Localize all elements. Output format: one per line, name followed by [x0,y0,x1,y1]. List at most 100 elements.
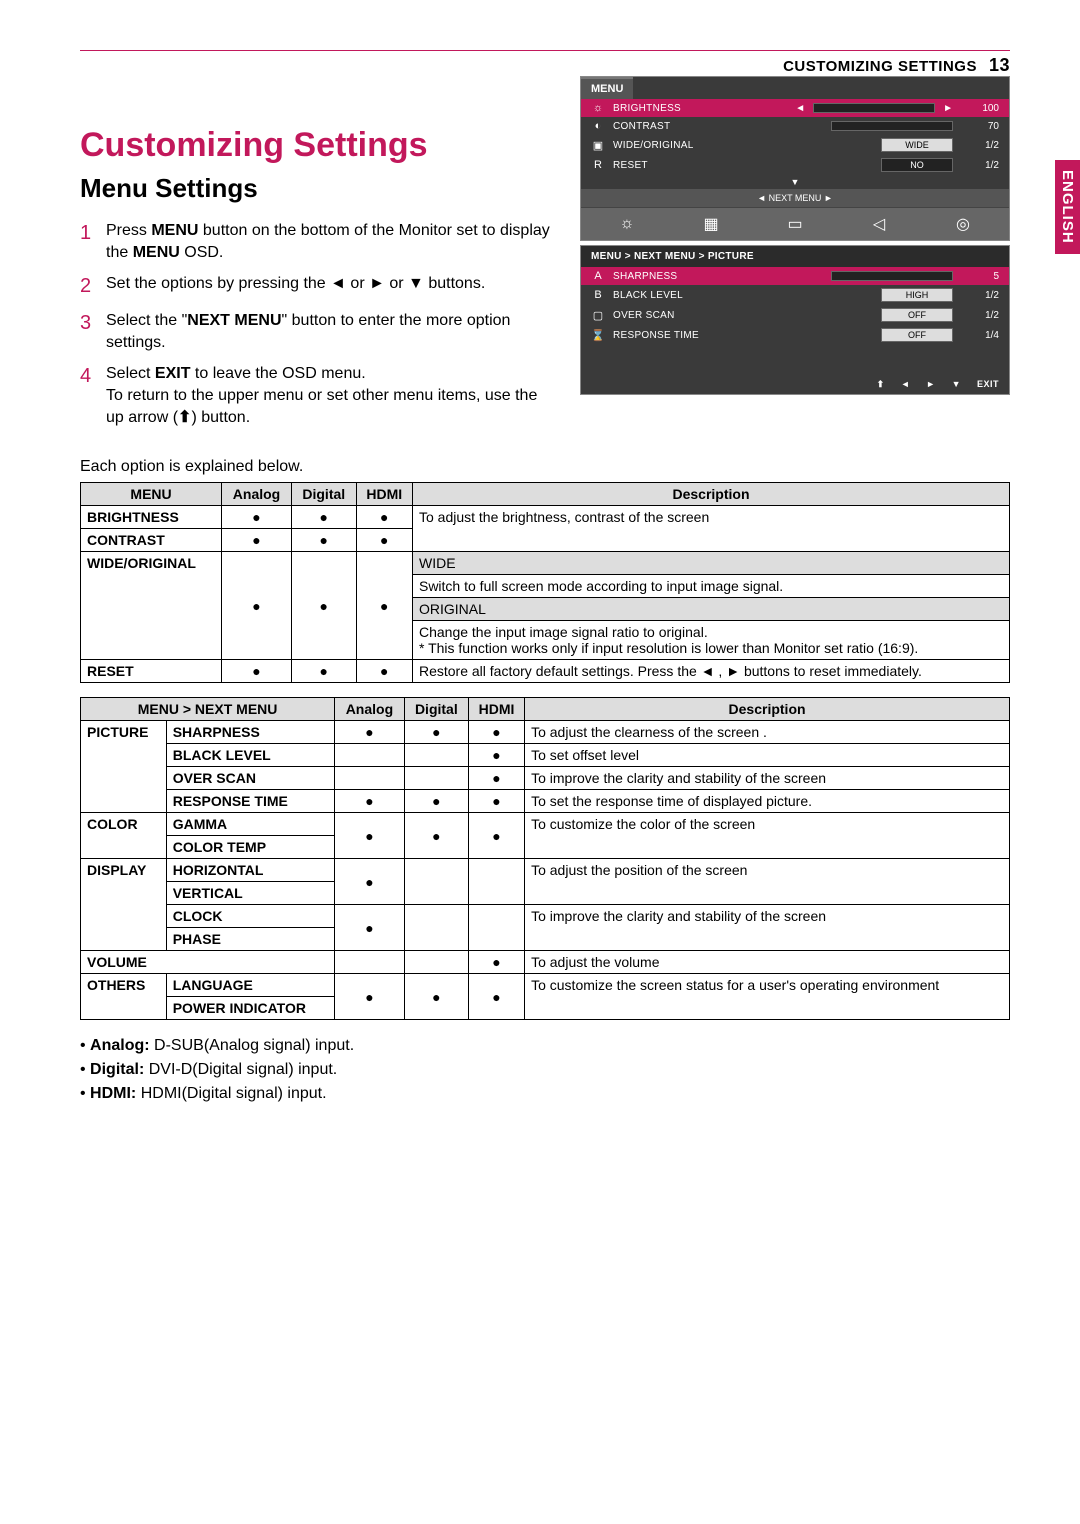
menu-table: MENU Analog Digital HDMI Description BRI… [80,482,1010,683]
step-text: Set the options by pressing the ◄ or ► o… [106,273,556,300]
td: To customize the color of the screen [525,813,1010,859]
td: COLOR TEMP [166,836,334,859]
td: ● [292,552,357,660]
osd-row: ASHARPNESS5 [581,267,1009,285]
td [404,951,468,974]
legend-row: HDMI: HDMI(Digital signal) input. [80,1082,1010,1106]
td: BLACK LEVEL [166,744,334,767]
ratio-icon: ▣ [591,139,605,152]
contrast-icon: ◐ [591,120,605,132]
osd-row: ◐CONTRAST70 [581,117,1009,135]
td: ● [335,859,405,905]
td: ● [335,790,405,813]
td: ORIGINAL [412,598,1009,621]
td: Change the input image signal ratio to o… [412,621,1009,660]
td: To set offset level [525,744,1010,767]
blacklevel-icon: B [591,289,605,301]
td: VOLUME [81,951,335,974]
td: PHASE [166,928,334,951]
header-title: CUSTOMIZING SETTINGS [783,58,977,75]
step-text: Press MENU button on the bottom of the M… [106,220,556,263]
osd-tab: MENU [581,77,633,99]
step-text: Select the "NEXT MENU" button to enter t… [106,310,556,353]
td: ● [222,506,292,529]
td: To adjust the volume [525,951,1010,974]
td: CLOCK [166,905,334,928]
td: ● [468,744,524,767]
td: DISPLAY [81,859,167,951]
td: GAMMA [166,813,334,836]
step-num: 2 [80,273,106,300]
osd-row: RRESETNO1/2 [581,155,1009,175]
td [468,905,524,951]
td: ● [404,813,468,859]
td: OTHERS [81,974,167,1020]
td [468,859,524,905]
td: ● [404,721,468,744]
arrow-left-icon: ◄ [795,103,805,114]
td: To customize the screen status for a use… [525,974,1010,1020]
steps-list: 1 Press MENU button on the bottom of the… [80,220,556,428]
page-number: 13 [989,55,1010,76]
screen-icon: ▭ [780,214,810,234]
td [335,744,405,767]
osd-picture-screenshot: MENU > NEXT MENU > PICTURE ASHARPNESS5 B… [580,245,1010,395]
left-icon: ◄ [901,379,910,390]
td: POWER INDICATOR [166,997,334,1020]
td: To set the response time of displayed pi… [525,790,1010,813]
td: ● [335,813,405,859]
td: ● [335,905,405,951]
td [404,905,468,951]
td: Switch to full screen mode according to … [412,575,1009,598]
td: ● [222,552,292,660]
td: ● [468,951,524,974]
step-num: 3 [80,310,106,353]
td: ● [292,506,357,529]
brightness-icon: ☼ [591,102,605,114]
td [404,744,468,767]
step-num: 4 [80,363,106,428]
td: ● [356,552,412,660]
osd-slider [831,121,953,131]
td: WIDE/ORIGINAL [81,552,222,660]
th: Analog [222,483,292,506]
th: Digital [404,698,468,721]
th: HDMI [468,698,524,721]
step-num: 1 [80,220,106,263]
osd-footer: ⬆ ◄ ► ▼ EXIT [581,375,1009,394]
td: ● [468,767,524,790]
td: To adjust the position of the screen [525,859,1010,905]
osd-slider [831,271,953,281]
td: ● [404,790,468,813]
step-text: Select EXIT to leave the OSD menu.To ret… [106,363,556,428]
td: ● [356,660,412,683]
osd-menu-screenshot: MENU ☼BRIGHTNESS◄►100 ◐CONTRAST70 ▣WIDE/… [580,76,1010,241]
td: To improve the clarity and stability of … [525,767,1010,790]
osd-pill: HIGH [881,288,953,302]
td: To adjust the clearness of the screen . [525,721,1010,744]
exit-label: EXIT [977,379,999,390]
td: ● [292,660,357,683]
td [404,767,468,790]
osd-row: BBLACK LEVELHIGH1/2 [581,285,1009,305]
osd-slider [813,103,935,113]
osd-pill: NO [881,158,953,172]
osd-icon-bar: ☼ ▦ ▭ ◁ ◎ [581,207,1009,240]
td: ● [356,529,412,552]
gear-icon: ◎ [948,214,978,234]
osd-row: ⌛RESPONSE TIMEOFF1/4 [581,325,1009,345]
td: LANGUAGE [166,974,334,997]
osd-row: ☼BRIGHTNESS◄►100 [581,99,1009,117]
th: Description [412,483,1009,506]
td: ● [335,721,405,744]
h2-title: Menu Settings [80,173,556,204]
explain-text: Each option is explained below. [80,458,1010,476]
td: HORIZONTAL [166,859,334,882]
next-menu-table: MENU > NEXT MENU Analog Digital HDMI Des… [80,697,1010,1020]
osd-next-menu: ◄ NEXT MENU ► [581,189,1009,207]
td: ● [468,721,524,744]
osd-row: ▣WIDE/ORIGINALWIDE1/2 [581,135,1009,155]
legend-row: Analog: D-SUB(Analog signal) input. [80,1034,1010,1058]
td: RESET [81,660,222,683]
brightness-icon: ☼ [612,215,642,233]
